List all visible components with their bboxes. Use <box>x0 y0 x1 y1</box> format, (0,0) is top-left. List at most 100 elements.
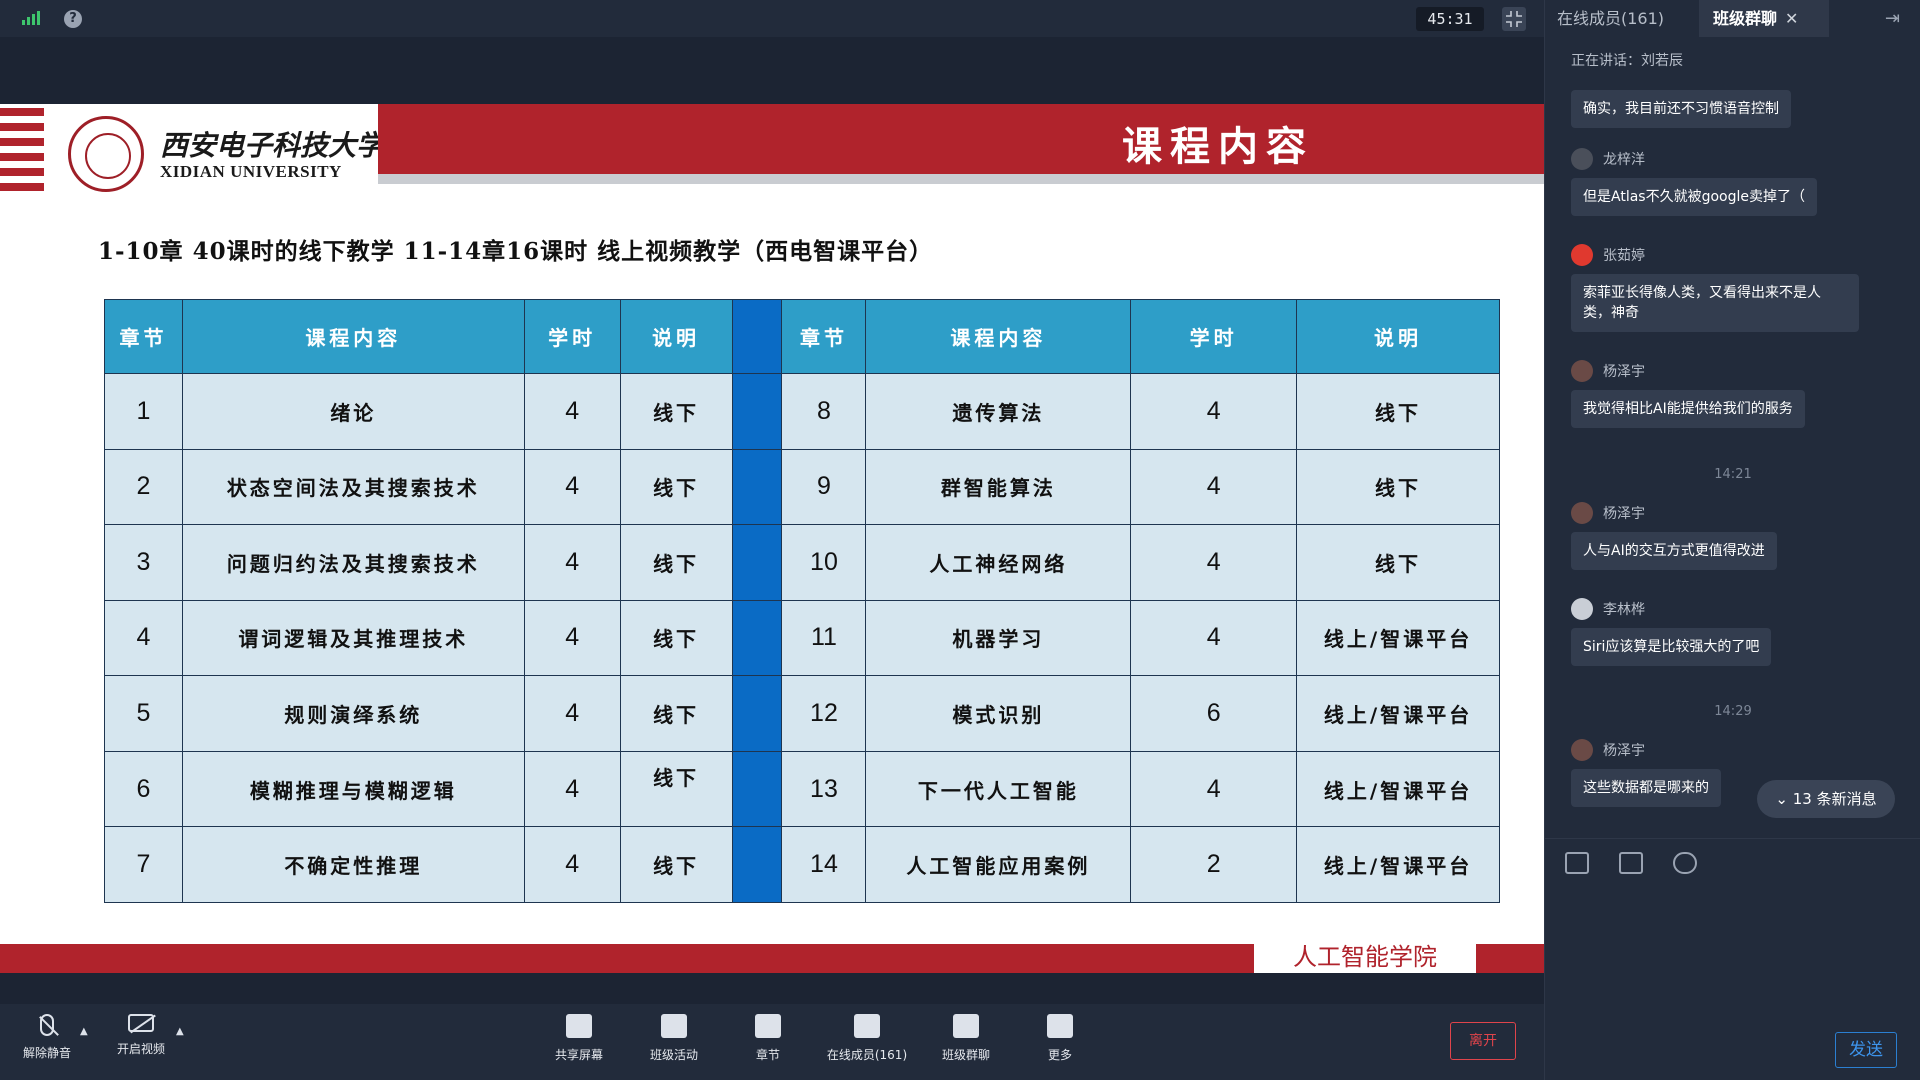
chapter-label: 章节 <box>755 1048 780 1062</box>
mic-options-caret-icon[interactable]: ▲ <box>80 1026 88 1037</box>
hours-cell: 4 <box>523 599 621 677</box>
help-icon[interactable]: ? <box>64 10 82 28</box>
content-cell: 不确定性推理 <box>181 826 525 903</box>
class-activity-button[interactable]: 班级活动 <box>629 1014 719 1063</box>
chapter-cell: 14 <box>781 826 867 903</box>
cloud-icon[interactable] <box>1673 852 1697 874</box>
note-cell: 线上/智课平台 <box>1296 826 1500 903</box>
avatar <box>1571 360 1593 382</box>
new-messages-button[interactable]: ⌄ 13 条新消息 <box>1757 780 1895 818</box>
more-button[interactable]: 更多 <box>1015 1014 1105 1063</box>
class-activity-label: 班级活动 <box>649 1048 698 1062</box>
leave-button[interactable]: 离开 <box>1450 1022 1516 1060</box>
note-cell: 线上/智课平台 <box>1296 599 1500 677</box>
start-video-button[interactable]: 开启视频 <box>96 1014 186 1057</box>
side-panel: 在线成员(161) 班级群聊 ✕ ⇥ 正在讲话：刘若辰 确实，我目前还不习惯语音控… <box>1544 0 1920 1080</box>
slide: 西安电子科技大学 XIDIAN UNIVERSITY 课程内容 1-10章 40… <box>0 104 1544 973</box>
content-cell: 下一代人工智能 <box>865 750 1132 828</box>
content-cell: 模糊推理与模糊逻辑 <box>181 750 525 828</box>
header-chapter: 章节 <box>781 299 867 374</box>
unmute-button[interactable]: 解除静音 <box>2 1014 92 1061</box>
unmute-label: 解除静音 <box>22 1046 71 1060</box>
close-icon[interactable]: ✕ <box>1785 9 1798 28</box>
collapse-panel-icon[interactable]: ⇥ <box>1885 8 1900 29</box>
note-cell: 线下 <box>619 826 733 903</box>
table-row: 5 规则演绎系统 4 线下 12 模式识别 6 线上/智课平台 <box>104 675 1500 752</box>
chapter-cell: 11 <box>781 599 867 677</box>
table-header-row: 章节 课程内容 学时 说明 章节 课程内容 学时 说明 <box>104 299 1500 374</box>
column-separator <box>731 750 783 828</box>
top-bar: ? 45:31 <box>0 0 1544 37</box>
column-separator <box>731 826 783 903</box>
note-cell: 线下 <box>1296 448 1500 526</box>
share-screen-button[interactable]: 共享屏幕 <box>534 1014 624 1063</box>
chevron-down-icon: ⌄ <box>1775 790 1793 808</box>
chapter-cell: 7 <box>104 826 183 903</box>
note-cell: 线下 <box>619 373 733 450</box>
class-chat-button[interactable]: 班级群聊 <box>921 1014 1011 1063</box>
table-row: 1 绪论 4 线下 8 遗传算法 4 线下 <box>104 373 1500 450</box>
classroom-app: ? 45:31 西安电子科技大学 XIDIAN UNIVERSITY 课程内容 … <box>0 0 1920 1080</box>
message-bubble: 我觉得相比AI能提供给我们的服务 <box>1571 390 1805 428</box>
content-cell: 问题归约法及其搜索技术 <box>181 524 525 601</box>
exit-fullscreen-icon[interactable] <box>1502 7 1526 31</box>
note-cell: 线下 <box>619 750 733 828</box>
session-timer: 45:31 <box>1416 7 1484 31</box>
send-button[interactable]: 发送 <box>1835 1032 1897 1068</box>
sender-name: 张茹婷 <box>1603 248 1645 264</box>
announcement-icon[interactable] <box>1565 852 1589 874</box>
avatar <box>1571 739 1593 761</box>
sender-name: 杨泽宇 <box>1603 743 1645 759</box>
start-video-label: 开启视频 <box>116 1042 165 1056</box>
tab-class-chat-label: 班级群聊 <box>1713 9 1778 28</box>
camera-off-icon <box>128 1014 154 1032</box>
share-screen-label: 共享屏幕 <box>554 1048 603 1062</box>
slide-subtitle: 1-10章 40课时的线下教学 11-14章16课时 线上视频教学（西电智课平台… <box>98 238 934 265</box>
class-chat-label: 班级群聊 <box>941 1048 990 1062</box>
title-underline <box>378 174 1544 184</box>
content-cell: 机器学习 <box>865 599 1132 677</box>
column-separator <box>731 524 783 601</box>
folder-icon[interactable] <box>1619 852 1643 874</box>
content-cell: 遗传算法 <box>865 373 1132 450</box>
online-members-button[interactable]: 在线成员(161) <box>822 1014 912 1063</box>
video-options-caret-icon[interactable]: ▲ <box>176 1026 184 1037</box>
table-row: 7 不确定性推理 4 线下 14 人工智能应用案例 2 线上/智课平台 <box>104 826 1500 903</box>
header-chapter: 章节 <box>104 299 183 374</box>
timestamp: 14:21 <box>1714 467 1752 482</box>
hours-cell: 4 <box>523 448 621 526</box>
content-cell: 绪论 <box>181 373 525 450</box>
university-name-cn: 西安电子科技大学 <box>160 129 385 162</box>
hours-cell: 4 <box>523 750 621 828</box>
chapter-cell: 9 <box>781 448 867 526</box>
column-separator <box>731 675 783 752</box>
chapter-cell: 5 <box>104 675 183 752</box>
online-members-label: 在线成员(161) <box>826 1048 908 1062</box>
table-row: 3 问题归约法及其搜索技术 4 线下 10 人工神经网络 4 线下 <box>104 524 1500 601</box>
column-separator <box>731 373 783 450</box>
tab-online-members[interactable]: 在线成员(161) <box>1557 0 1664 37</box>
hours-cell: 4 <box>523 675 621 752</box>
tab-class-chat[interactable]: 班级群聊 ✕ <box>1699 0 1829 37</box>
sender-name: 李林桦 <box>1603 602 1645 618</box>
university-seal-icon <box>68 116 144 192</box>
share-screen-icon <box>566 1014 592 1038</box>
note-cell: 线上/智课平台 <box>1296 675 1500 752</box>
chapter-cell: 2 <box>104 448 183 526</box>
more-label: 更多 <box>1047 1048 1072 1062</box>
chapter-cell: 8 <box>781 373 867 450</box>
slide-title: 课程内容 <box>1122 123 1314 170</box>
note-cell: 线下 <box>619 675 733 752</box>
hours-cell: 4 <box>523 373 621 450</box>
header-note: 说明 <box>1296 299 1500 374</box>
note-cell: 线下 <box>1296 524 1500 601</box>
header-note: 说明 <box>619 299 733 374</box>
content-cell: 模式识别 <box>865 675 1132 752</box>
chat-message-list[interactable]: 确实，我目前还不习惯语音控制 龙梓洋 但是Atlas不久就被google卖掉了（… <box>1545 85 1920 825</box>
chapter-button[interactable]: 章节 <box>723 1014 813 1063</box>
content-cell: 状态空间法及其搜索技术 <box>181 448 525 526</box>
hours-cell: 4 <box>1130 524 1298 601</box>
course-table: 章节 课程内容 学时 说明 章节 课程内容 学时 说明 1 绪论 4 线下 8 … <box>104 299 1500 903</box>
note-cell: 线下 <box>1296 373 1500 450</box>
chapter-cell: 1 <box>104 373 183 450</box>
